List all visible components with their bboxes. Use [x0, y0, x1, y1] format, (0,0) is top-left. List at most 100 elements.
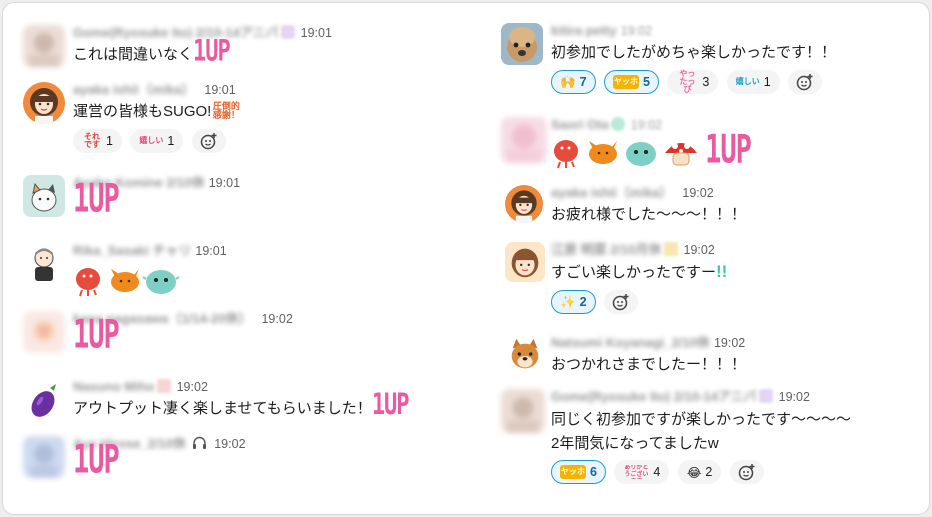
avatar[interactable] [505, 335, 545, 375]
sender-name[interactable]: Natsumi Koyanagi_2/10休 [551, 335, 710, 351]
message-feed: Gome(Ryosuke Ito) 2/10-14アニバ 19:01 これは間違い… [2, 2, 930, 515]
creatures-emoji-group [76, 268, 180, 297]
oneup-emoji: 1UP [705, 127, 752, 173]
timestamp[interactable]: 19:02 [631, 118, 662, 132]
reaction-emoji: ヤッホ [612, 75, 639, 89]
status-emoji-icon [758, 389, 773, 403]
reaction-chip[interactable]: やったっぴ 3 [667, 70, 719, 94]
reaction-chip[interactable]: 嬉しい 1 [130, 129, 184, 153]
sender-name[interactable]: Nasuno Miho [73, 379, 155, 395]
add-reaction-icon [796, 74, 813, 91]
avatar[interactable] [501, 117, 547, 163]
oneup-emoji: 1UP [73, 176, 120, 222]
oneup-emoji: 1UP [73, 312, 120, 358]
sender-name[interactable]: Gome(Ryosuke Ito) 2/10-14アニバ [551, 389, 757, 405]
sender-name[interactable]: ayaka ishii（mika） [551, 185, 672, 201]
add-reaction-button[interactable] [788, 70, 823, 94]
reaction-emoji: それです [84, 132, 100, 149]
reaction-emoji: ありがとうございます [624, 465, 649, 478]
reactions-bar: それです 1 嬉しい 1 [73, 129, 241, 155]
avatar[interactable] [23, 436, 65, 478]
message-text: すごい楽しかったですー!! [551, 262, 728, 281]
timestamp[interactable]: 19:01 [209, 176, 240, 190]
sender-name[interactable]: Gome(Ryosuke Ito) 2/10-14アニバ [73, 25, 279, 41]
add-reaction-button[interactable] [603, 290, 638, 314]
reaction-count: 7 [579, 75, 587, 89]
message-text: 初参加でしたがめちゃ楽しかったです！！ [551, 44, 837, 61]
message-text: アウトプット凄く楽しませてもらいました！1UP [73, 388, 410, 423]
timestamp[interactable]: 19:02 [682, 186, 713, 200]
oneup-emoji: 1UP [371, 388, 410, 423]
calendar-icon [156, 379, 171, 393]
avatar[interactable] [23, 25, 65, 67]
reaction-chip[interactable]: 嬉しい 1 [726, 70, 780, 94]
avatar[interactable] [505, 185, 543, 223]
reaction-count: 1 [167, 134, 175, 148]
add-reaction-icon [200, 133, 217, 150]
laughing-emoji: 😂 [686, 465, 702, 480]
add-reaction-button[interactable] [191, 129, 226, 153]
stamp-emoji: 圧倒的感謝！ [212, 101, 240, 120]
timestamp[interactable]: 19:02 [684, 243, 715, 257]
avatar[interactable] [23, 243, 65, 285]
status-emoji-icon [663, 242, 678, 256]
timestamp[interactable]: 19:01 [195, 244, 226, 258]
exclamation-emoji: !! [716, 262, 728, 281]
reaction-chip[interactable]: ヤッホ 6 [551, 460, 606, 484]
raised-hands-emoji: 🙌 [560, 74, 576, 89]
avatar[interactable] [23, 82, 65, 124]
sparkles-emoji: ✨ [560, 294, 576, 309]
reaction-count: 6 [590, 465, 597, 479]
reaction-count: 2 [705, 465, 713, 479]
avatar[interactable] [23, 311, 65, 353]
timestamp[interactable]: 19:02 [779, 390, 810, 404]
reaction-count: 5 [642, 75, 650, 89]
reactions-bar: ヤッホ 6 ありがとうございます 4 😂2 [551, 460, 851, 486]
reaction-chip[interactable]: ✨ 2 [551, 290, 596, 314]
sender-name[interactable]: Saori Ota [551, 117, 609, 133]
message-text: 同じく初参加ですが楽しかったです〜〜〜〜 2年間気になってましたw [551, 411, 852, 452]
reaction-count: 2 [579, 295, 587, 309]
timestamp[interactable]: 19:01 [204, 83, 235, 97]
status-emoji-icon [610, 117, 625, 131]
add-reaction-icon [738, 464, 755, 481]
timestamp[interactable]: 19:02 [214, 437, 245, 451]
oneup-emoji: 1UP [193, 34, 231, 69]
reaction-emoji: ヤッホ [560, 465, 586, 479]
timestamp[interactable]: 19:02 [714, 336, 745, 350]
reaction-emoji: 嬉しい [735, 77, 760, 86]
sender-name[interactable]: kitira petty [551, 23, 617, 39]
avatar[interactable] [501, 23, 543, 65]
reaction-count: 3 [702, 75, 710, 89]
message-text: 1UP [73, 441, 246, 480]
reaction-count: 1 [106, 134, 113, 148]
timestamp[interactable]: 19:02 [621, 24, 652, 38]
avatar[interactable] [505, 242, 545, 282]
message-text [73, 263, 227, 304]
sender-name[interactable]: 江原 明菜 2/10月休 [551, 242, 662, 258]
avatar[interactable] [501, 389, 545, 433]
reactions-bar: 🙌 7 ヤッホ 5 やったっぴ 3 嬉しい 1 [551, 70, 836, 96]
sender-name[interactable]: Rika_Sasaki チャリ [73, 243, 191, 259]
avatar[interactable] [23, 175, 65, 217]
timestamp[interactable]: 19:02 [261, 312, 292, 326]
reaction-chip[interactable]: ありがとうございます 4 [614, 460, 670, 484]
reactions-bar: ✨ 2 [551, 290, 727, 316]
headphones-icon [192, 436, 206, 449]
reaction-chip[interactable]: それです 1 [73, 129, 122, 153]
reaction-count: 1 [763, 75, 771, 89]
timestamp[interactable]: 19:01 [301, 26, 332, 40]
avatar[interactable] [23, 379, 65, 421]
message-text: お疲れ様でした〜〜〜！！！ [551, 206, 747, 223]
status-emoji-icon [280, 25, 295, 39]
reaction-chip[interactable]: 🙌 7 [551, 70, 596, 94]
reaction-chip[interactable]: 😂 2 [677, 460, 722, 484]
message-text: 1UP [551, 127, 752, 173]
reaction-emoji: 嬉しい [139, 136, 164, 145]
sender-name[interactable]: ayaka ishii（mika） [73, 82, 194, 98]
timestamp[interactable]: 19:02 [177, 380, 208, 394]
add-reaction-button[interactable] [729, 460, 764, 484]
message-text: おつかれさまでしたー！！！ [551, 356, 747, 373]
reaction-chip[interactable]: ヤッホ 5 [603, 70, 659, 94]
add-reaction-icon [612, 294, 629, 311]
